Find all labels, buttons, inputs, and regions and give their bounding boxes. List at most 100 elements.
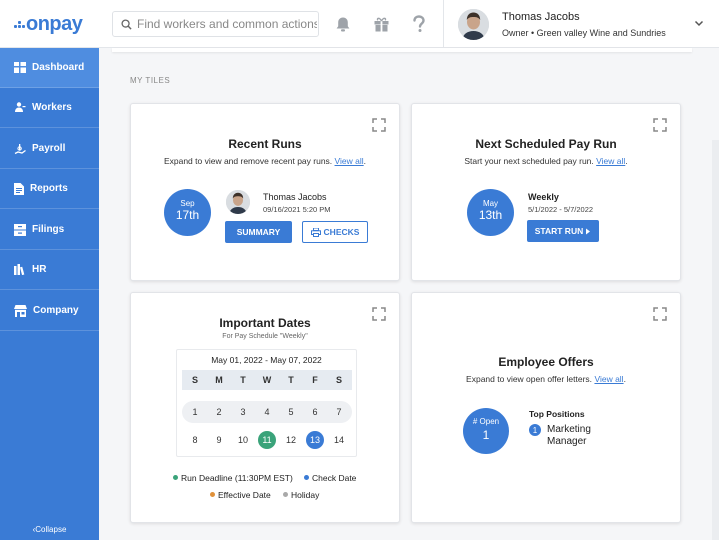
search-input[interactable] — [137, 17, 317, 31]
calendar-day[interactable]: 4 — [255, 407, 279, 417]
pay-period: 5/1/2022 - 5/7/2022 — [528, 205, 594, 214]
sidebar-item-label: Reports — [30, 183, 68, 194]
legend-holiday: Holiday — [283, 490, 319, 500]
position-name[interactable]: Marketing Manager — [547, 424, 607, 448]
expand-icon[interactable] — [653, 118, 667, 132]
tile-employee-offers: Employee Offers Expand to view open offe… — [411, 292, 681, 523]
legend-effective-date: Effective Date — [210, 490, 271, 500]
legend-label: Holiday — [291, 490, 320, 500]
run-deadline-day[interactable]: 11 — [258, 431, 276, 449]
check-date-day[interactable]: 13 — [306, 431, 324, 449]
run-timestamp: 09/16/2021 5:20 PM — [263, 205, 331, 214]
filings-icon — [14, 223, 26, 236]
sidebar-item-label: Filings — [32, 224, 65, 235]
legend-check-date: Check Date — [304, 473, 356, 483]
weekday-label: T — [240, 375, 246, 385]
checks-label: CHECKS — [323, 227, 360, 237]
calendar-day[interactable]: 7 — [327, 407, 351, 417]
tile-subtitle: For Pay Schedule "Weekly" — [222, 333, 308, 340]
user-name: Thomas Jacobs — [502, 11, 580, 23]
tile-next-pay-run: Next Scheduled Pay Run Start your next s… — [411, 103, 681, 281]
legend-label: Run Deadline (11:30PM EST) — [181, 473, 293, 483]
reports-icon — [14, 182, 24, 195]
legend-run-deadline: Run Deadline (11:30PM EST) — [173, 473, 293, 483]
sidebar-item-company[interactable]: Company — [0, 291, 99, 331]
view-all-link[interactable]: View all — [594, 374, 623, 384]
position-rank-badge: 1 — [529, 424, 541, 436]
sidebar-item-reports[interactable]: Reports — [0, 169, 99, 209]
tile-title: Recent Runs — [228, 137, 302, 151]
checks-button[interactable]: CHECKS — [302, 221, 368, 243]
pay-run-month: May — [482, 199, 499, 208]
expand-icon[interactable] — [372, 118, 386, 132]
calendar-day[interactable]: 9 — [207, 435, 231, 445]
weekday-label: T — [288, 375, 294, 385]
calendar-day[interactable]: 12 — [279, 435, 303, 445]
calendar-day[interactable]: 3 — [231, 407, 255, 417]
workers-icon — [15, 102, 26, 112]
pay-run-date-badge: May 13th — [467, 189, 514, 236]
sidebar-item-label: HR — [32, 264, 47, 275]
logo-text: onpay — [26, 12, 83, 35]
user-avatar — [458, 9, 489, 40]
sidebar-item-payroll[interactable]: Payroll — [0, 129, 99, 169]
tile-title: Employee Offers — [498, 355, 594, 369]
open-offers-badge: # Open 1 — [463, 408, 509, 454]
tile-title: Next Scheduled Pay Run — [475, 137, 617, 151]
user-menu[interactable]: Thomas Jacobs Owner • Green valley Wine … — [443, 0, 719, 48]
user-role: Owner • Green valley Wine and Sundries — [502, 28, 666, 38]
calendar-day[interactable]: 10 — [231, 435, 255, 445]
calendar-day[interactable]: 2 — [207, 407, 231, 417]
open-label: # Open — [472, 417, 500, 426]
search-box[interactable] — [112, 11, 319, 37]
legend-label: Check Date — [312, 473, 357, 483]
tile-subtitle: Expand to view and remove recent pay run… — [163, 156, 367, 166]
company-icon — [14, 304, 27, 317]
caret-right-icon — [586, 228, 591, 234]
sidebar-item-workers[interactable]: Workers — [0, 88, 99, 128]
sidebar-item-dashboard[interactable]: Dashboard — [0, 48, 99, 88]
subtitle-text: Start your next scheduled pay run. — [464, 156, 594, 166]
dashboard-icon — [14, 62, 26, 73]
scrollbar[interactable] — [712, 140, 719, 540]
calendar-weekday-header: S M T W T F S — [182, 370, 352, 390]
expand-icon[interactable] — [653, 307, 667, 321]
tile-subtitle: Expand to view open offer letters. View … — [466, 374, 626, 384]
calendar-day[interactable]: 6 — [303, 407, 327, 417]
top-panel-edge — [112, 48, 692, 52]
summary-button[interactable]: SUMMARY — [225, 221, 292, 243]
pay-run-day: 13th — [478, 208, 503, 222]
logo-dots-icon — [14, 19, 25, 29]
calendar-day[interactable]: 8 — [183, 435, 207, 445]
calendar-day[interactable]: 1 — [183, 407, 207, 417]
subtitle-text: Expand to view open offer letters. — [466, 374, 593, 384]
start-run-label: START RUN — [534, 226, 584, 236]
pay-frequency: Weekly — [528, 192, 559, 202]
top-positions-label: Top Positions — [529, 409, 585, 419]
chevron-down-icon[interactable] — [694, 18, 704, 28]
runner-avatar — [226, 190, 250, 214]
calendar-day[interactable]: 14 — [327, 435, 351, 445]
tile-recent-runs: Recent Runs Expand to view and remove re… — [130, 103, 400, 281]
question-icon[interactable] — [409, 14, 429, 34]
gift-icon[interactable] — [371, 14, 391, 34]
collapse-button[interactable]: ‹Collapse — [0, 525, 99, 534]
calendar-day[interactable]: 5 — [279, 407, 303, 417]
weekday-label: F — [312, 375, 318, 385]
start-run-button[interactable]: START RUN — [527, 220, 599, 242]
sidebar-item-filings[interactable]: Filings — [0, 210, 99, 250]
tile-title: Important Dates — [219, 316, 311, 330]
bell-icon[interactable] — [333, 14, 353, 34]
runner-name: Thomas Jacobs — [263, 192, 327, 202]
printer-icon — [310, 227, 321, 237]
run-month: Sep — [180, 199, 195, 208]
sidebar-item-hr[interactable]: HR — [0, 250, 99, 290]
sidebar-item-label: Company — [33, 305, 79, 316]
view-all-link[interactable]: View all — [596, 156, 625, 166]
hr-icon — [14, 264, 25, 275]
sidebar-item-label: Payroll — [32, 143, 66, 154]
view-all-link[interactable]: View all — [335, 156, 364, 166]
weekday-label: W — [262, 375, 272, 385]
onpay-logo[interactable]: onpay — [14, 12, 83, 36]
payroll-icon — [14, 143, 26, 154]
